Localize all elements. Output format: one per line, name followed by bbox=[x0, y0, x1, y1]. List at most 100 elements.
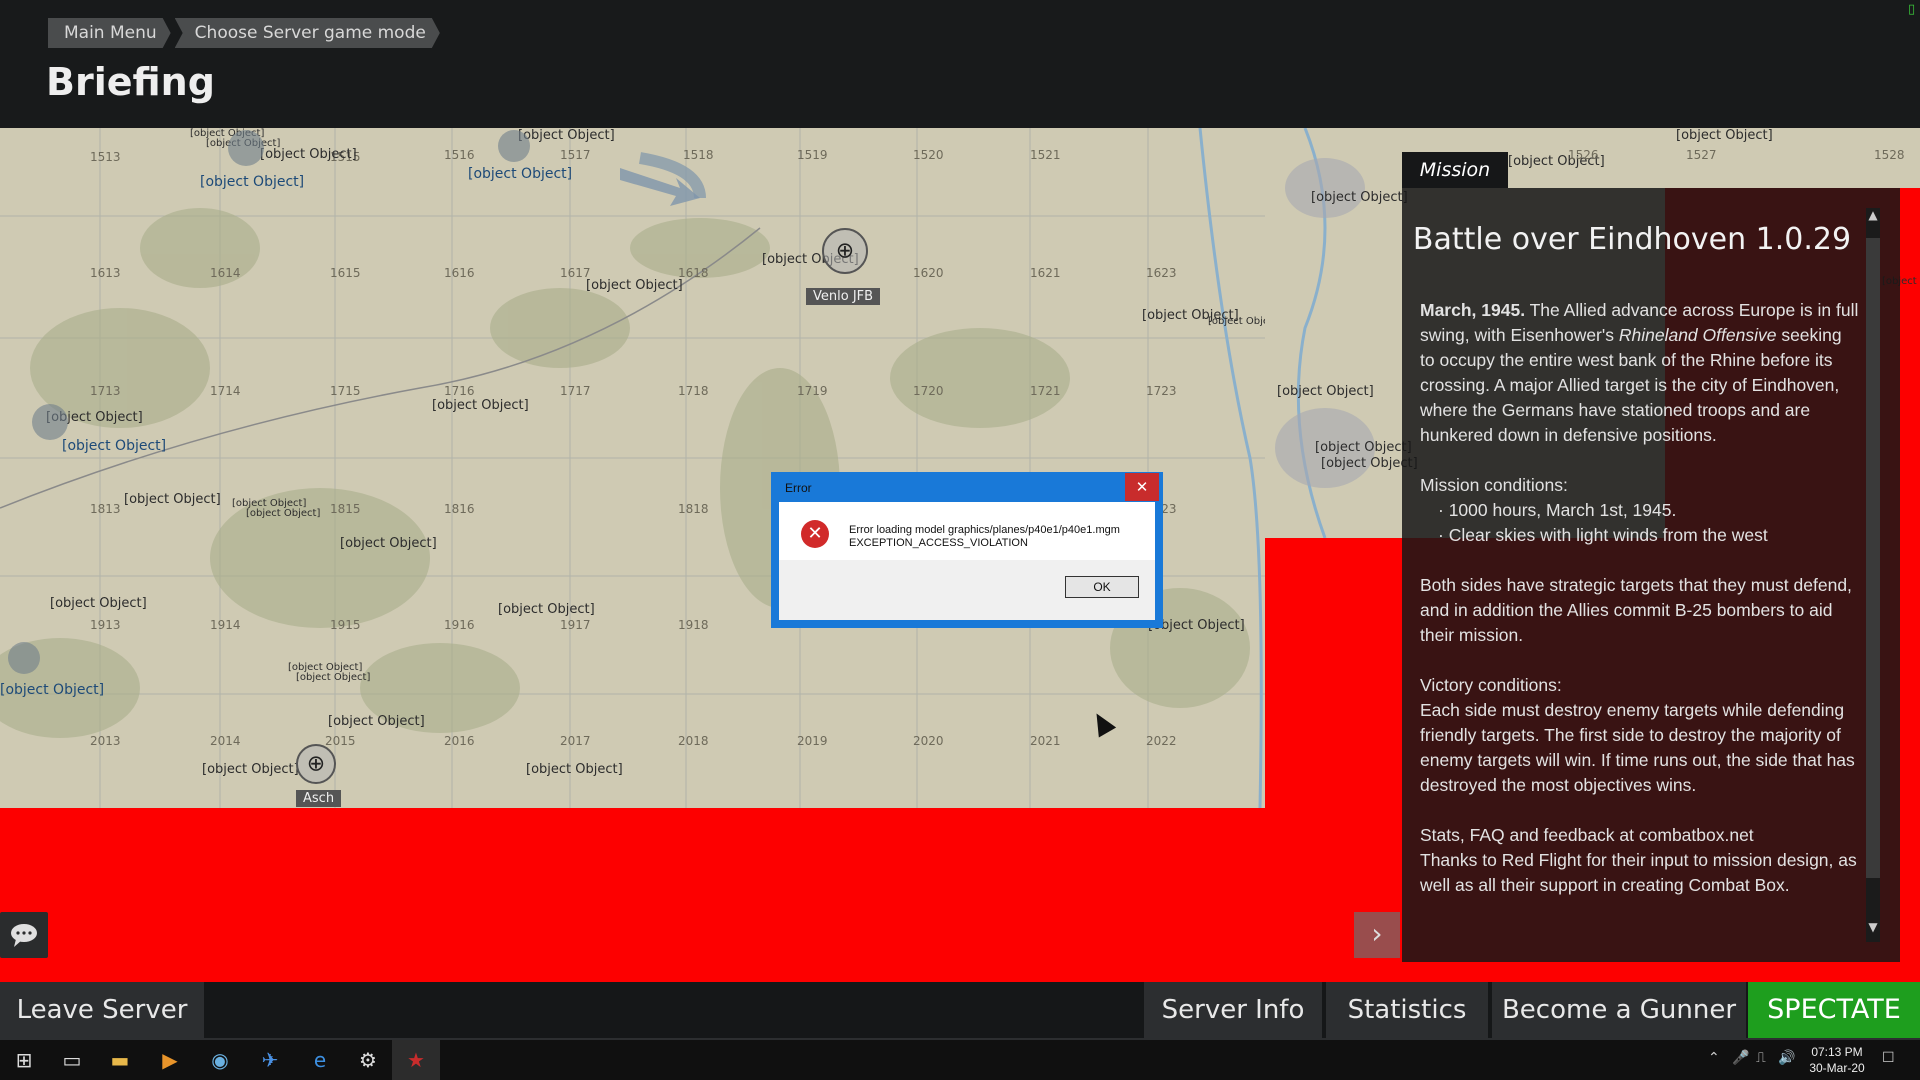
mission-panel[interactable]: Battle over Eindhoven 1.0.29 March, 1945… bbox=[1402, 188, 1900, 962]
grid-label: 1915 bbox=[330, 618, 361, 632]
grid-label: 1918 bbox=[678, 618, 709, 632]
map-terrain bbox=[0, 128, 1265, 808]
grid-label: 1716 bbox=[444, 384, 475, 398]
map-place-label: [object Object] bbox=[1676, 128, 1773, 143]
media-player-icon[interactable]: ▶ bbox=[146, 1040, 194, 1080]
grid-label: 1615 bbox=[330, 266, 361, 280]
grid-label: 2015 bbox=[325, 734, 356, 748]
map-place-label: [object Object] bbox=[200, 174, 305, 190]
grid-label: 1717 bbox=[560, 384, 591, 398]
map-place-label: [object Object] bbox=[50, 596, 147, 611]
map-place-label: [object Object] bbox=[1277, 384, 1374, 399]
clock-time: 07:13 PM bbox=[1811, 1045, 1863, 1059]
error-dialog[interactable]: Error ✕ ✕ Error loading model graphics/p… bbox=[771, 472, 1163, 628]
thanks-text: Thanks to Red Flight for their input to … bbox=[1420, 850, 1857, 895]
victory-text: Each side must destroy enemy targets whi… bbox=[1420, 700, 1855, 795]
map-place-label: [object Object] bbox=[432, 398, 529, 413]
chat-icon bbox=[11, 924, 37, 947]
statistics-button[interactable]: Statistics bbox=[1326, 982, 1488, 1038]
map-place-label: [object Object] bbox=[468, 166, 573, 182]
network-icon[interactable]: ⎍ bbox=[1756, 1050, 1766, 1066]
grid-label: 2014 bbox=[210, 734, 241, 748]
ok-button[interactable]: OK bbox=[1065, 576, 1139, 598]
game-app-icon[interactable]: ★ bbox=[392, 1040, 440, 1080]
grid-label: 1718 bbox=[678, 384, 709, 398]
grid-label: 1917 bbox=[560, 618, 591, 632]
notifications-icon[interactable]: ☐ bbox=[1882, 1050, 1895, 1066]
grid-label: 1913 bbox=[90, 618, 121, 632]
map-place-label: [object Object] bbox=[202, 762, 299, 777]
close-icon[interactable]: ✕ bbox=[1125, 473, 1159, 501]
briefing-map[interactable]: 1513 1515 1516 1517 1518 1519 1520 1521 … bbox=[0, 128, 1265, 808]
mission-scrollbar[interactable]: ▲ ▼ bbox=[1866, 208, 1880, 942]
grid-label: 2022 bbox=[1146, 734, 1177, 748]
spectate-button[interactable]: SPECTATE bbox=[1748, 982, 1920, 1038]
next-button[interactable]: › bbox=[1354, 912, 1400, 958]
page-title: Briefing bbox=[46, 60, 215, 104]
grid-label: 2021 bbox=[1030, 734, 1061, 748]
grid-label: 1623 bbox=[1146, 266, 1177, 280]
scroll-down-icon[interactable]: ▼ bbox=[1866, 920, 1880, 942]
airfield-asch-icon[interactable]: ⊕ bbox=[296, 744, 336, 784]
grid-label: 1526 bbox=[1568, 148, 1599, 162]
breadcrumb-choose-server[interactable]: Choose Server game mode bbox=[175, 18, 440, 48]
map-place-label: [object Object] bbox=[1311, 190, 1408, 205]
grid-label: 1521 bbox=[1030, 148, 1061, 162]
victory-heading: Victory conditions: bbox=[1420, 675, 1562, 695]
file-explorer-icon[interactable]: ▬ bbox=[96, 1040, 144, 1080]
airfield-label: Asch bbox=[296, 790, 342, 807]
conditions-heading: Mission conditions: bbox=[1420, 475, 1568, 495]
volume-icon[interactable]: 🔊 bbox=[1778, 1050, 1795, 1066]
grid-label: 1720 bbox=[913, 384, 944, 398]
grid-label: 1719 bbox=[797, 384, 828, 398]
map-place-label: [object Object] bbox=[340, 536, 437, 551]
chat-button[interactable] bbox=[0, 912, 48, 958]
map-place-label: [object Object] bbox=[526, 762, 623, 777]
grid-label: 1527 bbox=[1686, 148, 1717, 162]
map-place-label: [object Object] bbox=[0, 682, 105, 698]
grid-label: 2018 bbox=[678, 734, 709, 748]
map-place-label: [object Object] bbox=[62, 438, 167, 454]
scroll-thumb[interactable] bbox=[1866, 238, 1880, 878]
server-info-button[interactable]: Server Info bbox=[1144, 982, 1322, 1038]
grid-label: 1513 bbox=[90, 150, 121, 164]
map-place-label: [object Object] bbox=[246, 508, 321, 519]
breadcrumb-main-menu[interactable]: Main Menu bbox=[48, 18, 171, 48]
map-place-label: [object Object] bbox=[124, 492, 221, 507]
mission-date: March, 1945. bbox=[1420, 300, 1526, 320]
tab-mission[interactable]: Mission bbox=[1402, 152, 1508, 188]
leave-server-button[interactable]: Leave Server bbox=[0, 982, 204, 1038]
dialog-footer: OK bbox=[779, 560, 1155, 620]
mission-intro: March, 1945. The Allied advance across E… bbox=[1420, 298, 1860, 448]
task-view-icon[interactable]: ▭ bbox=[48, 1040, 96, 1080]
app-icon[interactable]: ✈ bbox=[246, 1040, 294, 1080]
map-place-label: [object Object] bbox=[328, 714, 425, 729]
airfield-venlo-icon[interactable]: ⊕ bbox=[822, 228, 868, 274]
windows-start-icon[interactable]: ⊞ bbox=[0, 1040, 48, 1080]
error-message-line: Error loading model graphics/planes/p40e… bbox=[849, 524, 1120, 536]
internet-explorer-icon[interactable]: e bbox=[296, 1040, 344, 1080]
strategic-text: Both sides have strategic targets that t… bbox=[1420, 575, 1852, 645]
tray-chevron-icon[interactable]: ⌃ bbox=[1708, 1050, 1720, 1066]
grid-label: 1613 bbox=[90, 266, 121, 280]
grid-label: 1715 bbox=[330, 384, 361, 398]
map-place-label: [object Object] bbox=[518, 128, 615, 143]
app-icon[interactable]: ◉ bbox=[196, 1040, 244, 1080]
steam-icon[interactable]: ⚙ bbox=[344, 1040, 392, 1080]
grid-label: 2017 bbox=[560, 734, 591, 748]
grid-label: 2013 bbox=[90, 734, 121, 748]
scroll-up-icon[interactable]: ▲ bbox=[1866, 208, 1880, 230]
taskbar-clock[interactable]: 07:13 PM 30-Mar-20 bbox=[1798, 1044, 1876, 1076]
microphone-icon[interactable]: 🎤 bbox=[1732, 1050, 1749, 1066]
grid-label: 1816 bbox=[444, 502, 475, 516]
grid-label: 1520 bbox=[913, 148, 944, 162]
grid-label: 1914 bbox=[210, 618, 241, 632]
fortified-troops-icon bbox=[228, 130, 264, 166]
become-gunner-button[interactable]: Become a Gunner bbox=[1492, 982, 1746, 1038]
grid-label: 1519 bbox=[797, 148, 828, 162]
grid-label: 1528 bbox=[1874, 148, 1905, 162]
error-icon: ✕ bbox=[801, 520, 829, 548]
grid-label: 1621 bbox=[1030, 266, 1061, 280]
grid-label: 1614 bbox=[210, 266, 241, 280]
grid-label: 1723 bbox=[1146, 384, 1177, 398]
